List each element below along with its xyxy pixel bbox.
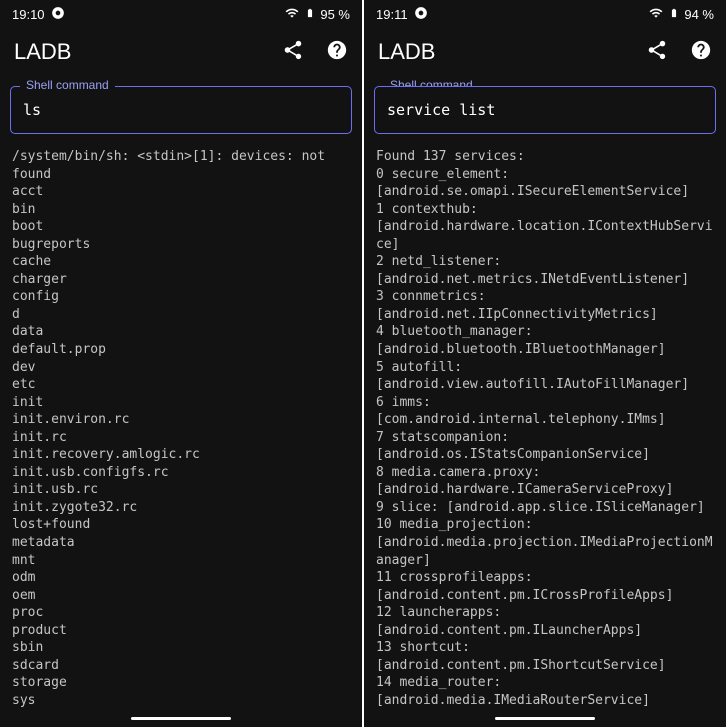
nav-bar[interactable] bbox=[0, 709, 362, 727]
phone-screen-left: 19:10 95 % LADB Shell command bbox=[0, 0, 362, 727]
battery-percent: 95 % bbox=[320, 7, 350, 22]
app-indicator-icon bbox=[414, 6, 428, 23]
phone-screen-right: 19:11 94 % LADB Shell command bbox=[364, 0, 726, 727]
status-time: 19:11 bbox=[376, 7, 408, 22]
nav-handle[interactable] bbox=[495, 717, 595, 720]
input-label: Shell command bbox=[20, 78, 115, 92]
battery-icon bbox=[305, 5, 315, 24]
battery-percent: 94 % bbox=[684, 7, 714, 22]
share-icon[interactable] bbox=[282, 39, 304, 66]
wifi-icon bbox=[648, 6, 664, 23]
nav-handle[interactable] bbox=[131, 717, 231, 720]
app-header: LADB bbox=[0, 28, 362, 76]
shell-input-container: Shell command bbox=[374, 86, 716, 134]
shell-input-container: Shell command bbox=[10, 86, 352, 134]
battery-icon bbox=[669, 5, 679, 24]
share-icon[interactable] bbox=[646, 39, 668, 66]
status-bar: 19:11 94 % bbox=[364, 0, 726, 28]
app-title: LADB bbox=[378, 39, 435, 65]
nav-bar[interactable] bbox=[364, 709, 726, 727]
app-indicator-icon bbox=[51, 6, 65, 23]
app-title: LADB bbox=[14, 39, 71, 65]
terminal-output: Found 137 services: 0 secure_element: [a… bbox=[364, 142, 726, 709]
status-time: 19:10 bbox=[12, 7, 45, 22]
app-header: LADB bbox=[364, 28, 726, 76]
terminal-output: /system/bin/sh: <stdin>[1]: devices: not… bbox=[0, 142, 362, 709]
help-icon[interactable] bbox=[690, 39, 712, 66]
status-bar: 19:10 95 % bbox=[0, 0, 362, 28]
shell-command-input[interactable] bbox=[374, 86, 716, 134]
shell-command-input[interactable] bbox=[10, 86, 352, 134]
help-icon[interactable] bbox=[326, 39, 348, 66]
wifi-icon bbox=[284, 6, 300, 23]
